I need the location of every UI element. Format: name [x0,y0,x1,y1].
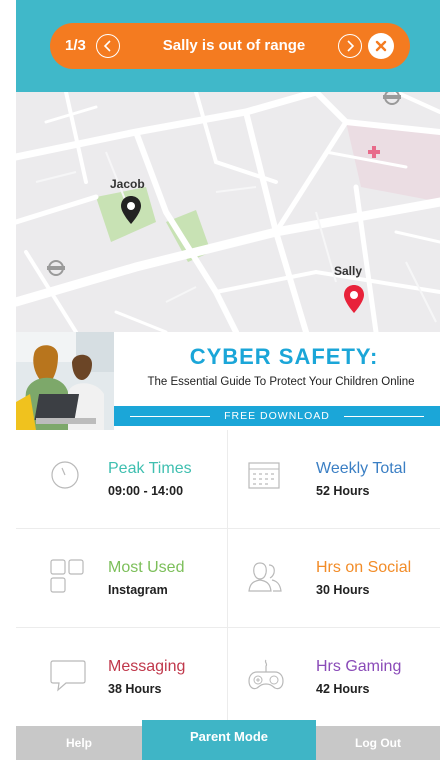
alert-message: Sally is out of range [162,37,306,54]
stat-title: Peak Times [108,460,192,477]
pin-label-jacob: Jacob [110,177,145,191]
chat-bubble-icon [50,660,86,692]
usage-stats-grid: Peak Times 09:00 - 14:00 Weekly Total 52… [16,430,440,727]
bottom-tab-bar: Help Parent Mode Log Out [16,720,440,760]
stat-value: Instagram [108,583,168,597]
stat-title: Hrs Gaming [316,658,402,675]
social-users-icon [248,562,282,592]
stat-title: Hrs on Social [316,559,412,576]
stat-messaging[interactable]: Messaging 38 Hours [16,628,228,727]
free-download-label: FREE DOWNLOAD [224,410,330,422]
next-alert-button[interactable] [338,34,362,58]
stat-value: 52 Hours [316,484,370,498]
location-pin-jacob-icon[interactable] [120,195,142,225]
header-bar: 1/3 Sally is out of range [16,0,440,92]
clock-icon [51,461,79,489]
close-alert-button[interactable] [368,33,394,59]
alert-counter: 1/3 [65,37,86,54]
stat-peak-times[interactable]: Peak Times 09:00 - 14:00 [16,430,228,529]
stat-value: 38 Hours [108,682,162,696]
stat-title: Most Used [108,559,185,576]
cyber-safety-banner[interactable]: CYBER SAFETY: The Essential Guide To Pro… [16,332,440,430]
stat-value: 30 Hours [316,583,370,597]
stat-hrs-on-social[interactable]: Hrs on Social 30 Hours [228,529,440,628]
stat-title: Weekly Total [316,460,407,477]
map-streets [16,92,440,332]
strip-divider [130,416,210,417]
pin-label-sally: Sally [334,264,363,278]
app-screen: 1/3 Sally is out of range Jacob Sally CY… [16,0,440,760]
stat-title: Messaging [108,658,186,675]
close-icon [375,40,387,52]
apps-grid-icon [50,559,84,593]
location-pin-sally-icon[interactable] [343,284,365,314]
stat-most-used[interactable]: Most Used Instagram [16,529,228,628]
gamepad-icon [248,659,284,690]
stat-hrs-gaming[interactable]: Hrs Gaming 42 Hours [228,628,440,727]
chevron-left-icon [103,40,111,52]
free-download-button[interactable]: FREE DOWNLOAD [114,406,440,426]
previous-alert-button[interactable] [96,34,120,58]
calendar-icon [248,462,280,489]
banner-title: CYBER SAFETY: [189,344,379,369]
stat-value: 09:00 - 14:00 [108,484,184,498]
tab-log-out[interactable]: Log Out [316,726,440,760]
banner-photo [16,332,114,430]
stat-weekly-total[interactable]: Weekly Total 52 Hours [228,430,440,529]
tab-help[interactable]: Help [16,726,142,760]
location-map[interactable]: Jacob Sally [16,92,440,332]
chevron-right-icon [347,40,355,52]
stat-value: 42 Hours [316,682,370,696]
banner-subtitle: The Essential Guide To Protect Your Chil… [147,376,415,388]
strip-divider [344,416,424,417]
range-alert-banner: 1/3 Sally is out of range [50,23,410,69]
tab-parent-mode[interactable]: Parent Mode [142,720,316,760]
